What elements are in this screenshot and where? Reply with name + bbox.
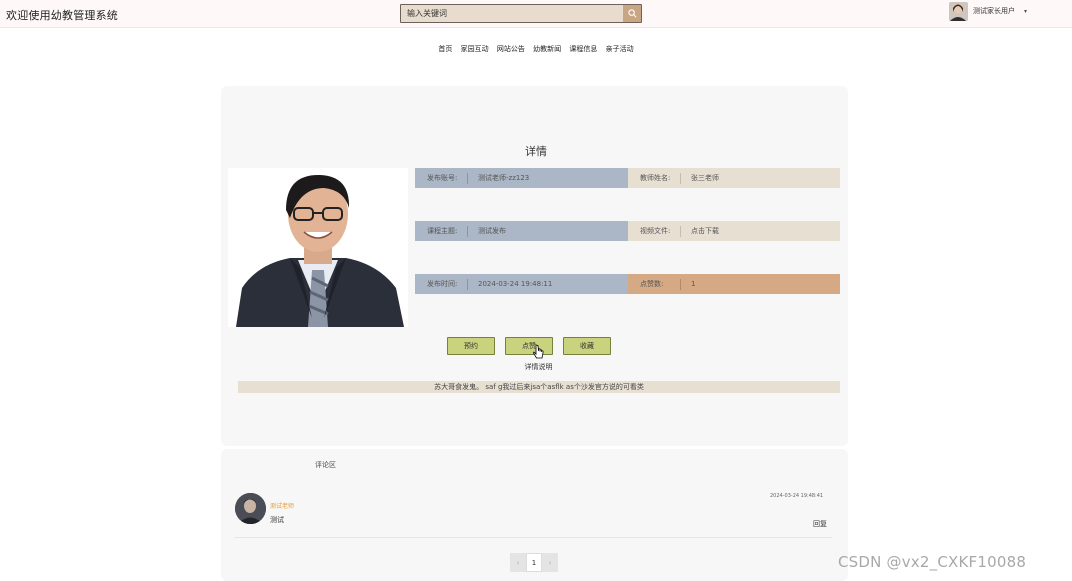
nav-item-courses[interactable]: 课程信息	[569, 44, 597, 54]
video-label: 视频文件:	[628, 225, 681, 237]
search-input[interactable]	[401, 5, 623, 22]
reply-button[interactable]: 回复	[813, 519, 827, 529]
user-menu[interactable]: 测试家长用户 ▾	[949, 0, 1027, 22]
nav-item-news[interactable]: 幼教新闻	[533, 44, 561, 54]
main-nav: 首页 家园互动 网站公告 幼教新闻 课程信息 亲子活动	[0, 44, 1072, 54]
pointer-cursor-icon	[533, 344, 544, 359]
prev-page-button[interactable]: ‹	[510, 553, 526, 572]
teacher-value: 张三老师	[691, 174, 719, 182]
time-field: 发布时间: 2024-03-24 19:48:11	[415, 274, 628, 294]
nav-item-announcements[interactable]: 网站公告	[497, 44, 525, 54]
teacher-photo	[228, 168, 408, 327]
nav-item-activities[interactable]: 亲子活动	[606, 44, 634, 54]
comment-author: 测试老师	[270, 503, 295, 510]
likes-value: 1	[691, 280, 696, 288]
likes-field: 点赞数: 1	[628, 274, 840, 294]
description-label: 详情说明	[524, 363, 553, 371]
commenter-avatar	[235, 493, 266, 524]
teacher-label: 教师姓名:	[628, 172, 681, 184]
comment-divider	[234, 537, 832, 538]
publisher-label: 发布账号:	[415, 172, 468, 184]
teacher-field: 教师姓名: 张三老师	[628, 168, 840, 188]
avatar	[949, 1, 968, 21]
likes-label: 点赞数:	[628, 278, 681, 290]
page-1-button[interactable]: 1	[526, 553, 542, 572]
search-box	[400, 4, 642, 23]
pagination: ‹ 1 ›	[510, 553, 558, 572]
description-text: 苏大哥食发鬼。 saf g我过后来jsa个asflk as个沙发官方说的可看类	[238, 381, 840, 393]
page-title: 详情	[525, 145, 547, 158]
nav-item-home[interactable]: 首页	[438, 44, 452, 54]
comment-text: 测试	[270, 516, 284, 524]
topic-value: 测试发布	[478, 227, 506, 235]
publisher-field: 发布账号: 测试老师-zz123	[415, 168, 628, 188]
topic-label: 课程主题:	[415, 225, 468, 237]
comment-time: 2024-03-24 19:48:41	[770, 493, 824, 499]
user-name: 测试家长用户	[973, 7, 1015, 15]
next-page-button[interactable]: ›	[542, 553, 558, 572]
site-title: 欢迎使用幼教管理系统	[6, 9, 118, 22]
time-label: 发布时间:	[415, 278, 468, 290]
time-value: 2024-03-24 19:48:11	[478, 280, 553, 288]
top-bar: 欢迎使用幼教管理系统 测试家长用户 ▾	[0, 0, 1072, 28]
publisher-value: 测试老师-zz123	[478, 174, 530, 182]
search-icon	[627, 9, 636, 18]
video-field: 视频文件: 点击下载	[628, 221, 840, 241]
nav-item-home-school[interactable]: 家园互动	[461, 44, 489, 54]
topic-field: 课程主题: 测试发布	[415, 221, 628, 241]
comments-title: 评论区	[315, 461, 336, 469]
chevron-down-icon: ▾	[1024, 7, 1028, 15]
search-button[interactable]	[623, 5, 641, 22]
like-button[interactable]: 点赞	[505, 337, 553, 355]
video-download-link[interactable]: 点击下载	[681, 226, 719, 236]
reserve-button[interactable]: 预约	[447, 337, 495, 355]
watermark: CSDN @vx2_CXKF10088	[838, 553, 1027, 571]
favorite-button[interactable]: 收藏	[563, 337, 611, 355]
